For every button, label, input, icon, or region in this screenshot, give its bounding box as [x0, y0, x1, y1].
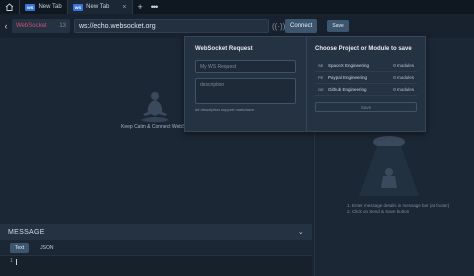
request-name-input[interactable]: My WS Request	[195, 60, 296, 73]
project-count: 0 modules	[393, 63, 414, 68]
instruction-2: 2. Click on Send & Save button	[347, 209, 410, 214]
message-editor[interactable]: 1	[0, 255, 312, 276]
save-request-popup: WebSocket Request My WS Request descript…	[184, 36, 426, 132]
project-badge: GE	[318, 87, 324, 92]
signal-icon[interactable]: ((·))	[272, 22, 285, 31]
tab-label: New Tab	[38, 4, 62, 10]
project-badge: PE	[318, 75, 324, 80]
tab-bar: WS New Tab WS New Tab × + •••	[0, 0, 474, 14]
project-item[interactable]: PE Paypal Engineering 0 modules	[315, 72, 417, 84]
request-form: WebSocket Request My WS Request descript…	[185, 37, 307, 131]
project-count: 0 modules	[393, 75, 414, 80]
connect-button[interactable]: Connect	[285, 19, 318, 33]
protocol-count: 13	[59, 23, 66, 29]
back-chevron-icon[interactable]: ‹	[0, 21, 12, 31]
project-count: 0 modules	[393, 87, 414, 92]
meditation-illustration-icon	[141, 92, 169, 123]
protocol-label: WebSocket	[16, 23, 47, 29]
websocket-badge: WS	[25, 3, 36, 11]
more-tabs-icon[interactable]: •••	[148, 2, 160, 12]
ufo-illustration-icon	[359, 136, 419, 196]
tab-text[interactable]: Text	[10, 242, 30, 253]
markdown-hint: ## description support markdown	[195, 107, 254, 112]
save-button[interactable]: Save	[327, 20, 349, 32]
popup-save-button[interactable]: Save	[315, 102, 417, 112]
tab-new-1[interactable]: WS New Tab	[20, 0, 68, 14]
instructions: 1. Enter message details in message bar …	[347, 203, 467, 215]
project-name: Paypal Engineering	[328, 75, 368, 80]
project-title: Choose Project or Module to save	[315, 46, 412, 52]
message-header[interactable]: MESSAGE ⌄	[0, 224, 312, 240]
project-name: SpaceX Engineering	[328, 63, 370, 68]
request-title: WebSocket Request	[195, 46, 253, 52]
protocol-select[interactable]: WebSocket 13	[12, 19, 70, 33]
project-badge: SE	[318, 63, 324, 68]
add-tab-button[interactable]: +	[133, 2, 148, 12]
project-name: Github Engineering	[328, 87, 367, 92]
project-chooser: Choose Project or Module to save SE Spac…	[307, 37, 425, 131]
line-number: 1	[10, 258, 14, 264]
url-input[interactable]: ws://echo.websocket.org	[74, 19, 269, 33]
message-title: MESSAGE	[8, 228, 45, 236]
tab-label: New Tab	[86, 4, 110, 10]
home-icon	[5, 3, 14, 11]
empty-state-text: Keep Calm & Connect WebSo	[121, 124, 189, 130]
url-bar: ‹ WebSocket 13 ws://echo.websocket.org (…	[0, 14, 474, 38]
project-item[interactable]: SE SpaceX Engineering 0 modules	[315, 60, 417, 72]
tab-new-2[interactable]: WS New Tab ×	[67, 0, 133, 14]
websocket-badge: WS	[72, 3, 84, 11]
project-item[interactable]: GE Github Engineering 0 modules	[315, 84, 417, 96]
chevron-down-icon[interactable]: ⌄	[298, 228, 304, 236]
close-tab-icon[interactable]: ×	[122, 4, 126, 11]
message-tabs: Text JSON	[0, 241, 312, 254]
tab-json[interactable]: JSON	[35, 243, 58, 253]
text-cursor	[16, 259, 17, 265]
description-input[interactable]: description	[195, 78, 296, 104]
home-button[interactable]	[0, 0, 20, 14]
